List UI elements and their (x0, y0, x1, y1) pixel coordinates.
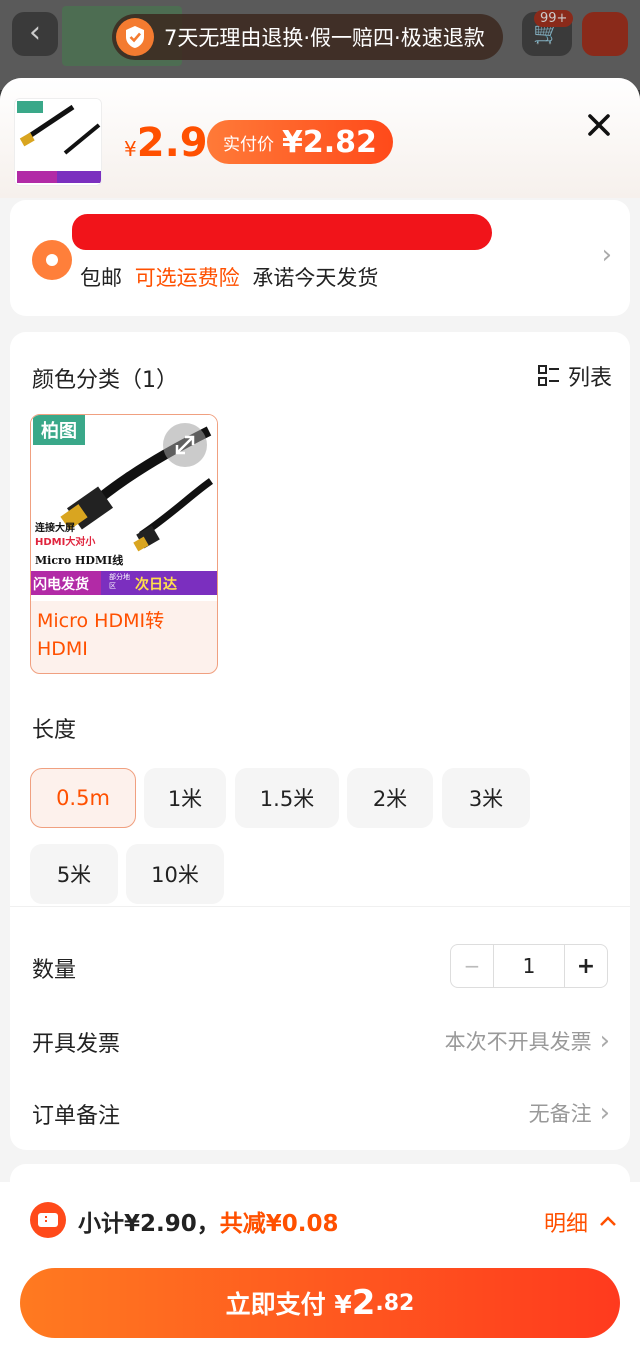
ship-today-promise: 承诺今天发货 (252, 266, 379, 290)
remark-selector[interactable]: 无备注 › (529, 1098, 610, 1128)
invoice-value: 本次不开具发票 (444, 1030, 592, 1054)
sku-image-line-2: HDMI大对小 (35, 537, 96, 548)
pay-button-integer: 2 (351, 1283, 376, 1323)
discount-amount: 共减¥0.08 (219, 1211, 339, 1237)
quantity-label: 数量 (32, 958, 77, 983)
location-pin-icon (32, 240, 72, 280)
product-price: ¥2.9 (124, 120, 208, 166)
options-card: 颜色分类（1） 列表 柏图 连接大屏 HDMI大对小 Micro HDMI线 闪… (10, 332, 630, 1150)
chevron-right-icon: › (599, 1098, 610, 1128)
length-option[interactable]: 1米 (144, 768, 226, 828)
length-option[interactable]: 5米 (30, 844, 118, 904)
checkout-bar: 小计¥2.90，共减¥0.08 明细 立即支付 ¥2.82 (0, 1182, 640, 1360)
quantity-value[interactable]: 1 (493, 945, 565, 987)
sku-option-card[interactable]: 柏图 连接大屏 HDMI大对小 Micro HDMI线 闪电发货 部分地区 次日… (30, 414, 218, 674)
quantity-increment-button[interactable]: + (565, 945, 607, 987)
actual-price-label: 实付价 (223, 134, 274, 155)
list-view-toggle[interactable]: 列表 (537, 360, 612, 392)
address-card[interactable]: 包邮 可选运费险 承诺今天发货 › (10, 200, 630, 316)
guarantee-banner: 7天无理由退换·假一赔四·极速退款 (112, 14, 503, 60)
remark-label: 订单备注 (32, 1104, 121, 1129)
chevron-up-icon (600, 1216, 616, 1226)
length-option[interactable]: 1.5米 (235, 768, 339, 828)
quantity-decrement-button[interactable]: − (451, 945, 493, 987)
cart-badge: 99+ (534, 10, 574, 27)
length-option[interactable]: 10米 (126, 844, 224, 904)
shield-check-icon (116, 18, 154, 56)
divider (10, 906, 630, 907)
remark-value: 无备注 (528, 1102, 592, 1126)
shipping-line: 包邮 可选运费险 承诺今天发货 (80, 262, 378, 292)
expand-icon[interactable] (163, 423, 207, 467)
free-shipping-label: 包邮 (80, 266, 122, 290)
sku-name: Micro HDMI转HDMI (37, 610, 165, 660)
sku-banner-right: 次日达 (135, 577, 177, 593)
length-option-selected[interactable]: 0.5m (30, 768, 136, 828)
list-icon (537, 365, 560, 387)
price-currency: ¥ (124, 137, 137, 161)
invoice-label: 开具发票 (32, 1032, 121, 1057)
list-view-label: 列表 (567, 366, 612, 391)
price-detail-toggle[interactable]: 明细 (544, 1206, 620, 1238)
sku-banner-left: 闪电发货 (33, 577, 89, 593)
sku-brand-tag: 柏图 (33, 415, 85, 445)
sku-image-line-1: 连接大屏 (35, 523, 75, 534)
coupon-icon (30, 1202, 66, 1238)
subtotal-amount: 小计¥2.90， (78, 1211, 220, 1237)
sku-banner-mid: 部分地区 (109, 573, 130, 590)
price-detail-label: 明细 (543, 1212, 588, 1237)
purchase-sheet: ¥2.9 实付价 ¥2.82 包邮 可选运费险 承诺今天发货 › 颜色分类（1）… (0, 78, 640, 1360)
sku-image-line-3: Micro HDMI线 (35, 554, 124, 567)
invoice-selector[interactable]: 本次不开具发票 › (445, 1026, 610, 1056)
pay-now-button[interactable]: 立即支付 ¥2.82 (20, 1268, 620, 1338)
actual-price-value: ¥2.82 (282, 124, 377, 160)
subtotal-text: 小计¥2.90，共减¥0.08 (78, 1204, 339, 1238)
shipping-insurance-link[interactable]: 可选运费险 (135, 266, 240, 290)
price-value: 2.9 (136, 120, 208, 166)
chevron-right-icon: › (599, 1026, 610, 1056)
chevron-right-icon: › (601, 240, 612, 270)
color-category-title: 颜色分类（1） (32, 368, 178, 393)
quantity-stepper: − 1 + (450, 944, 608, 988)
guarantee-text: 7天无理由退换·假一赔四·极速退款 (164, 26, 485, 50)
more-icon (582, 12, 628, 56)
pay-button-decimal: .82 (375, 1290, 415, 1316)
close-icon[interactable] (582, 108, 616, 142)
product-thumbnail[interactable] (14, 98, 102, 186)
redacted-address (72, 214, 492, 250)
length-option[interactable]: 3米 (442, 768, 530, 828)
back-icon: ‹ (12, 12, 58, 56)
length-title: 长度 (32, 718, 77, 743)
length-option[interactable]: 2米 (347, 768, 433, 828)
actual-price-badge: 实付价 ¥2.82 (207, 120, 393, 164)
pay-button-label: 立即支付 ¥ (225, 1290, 352, 1319)
